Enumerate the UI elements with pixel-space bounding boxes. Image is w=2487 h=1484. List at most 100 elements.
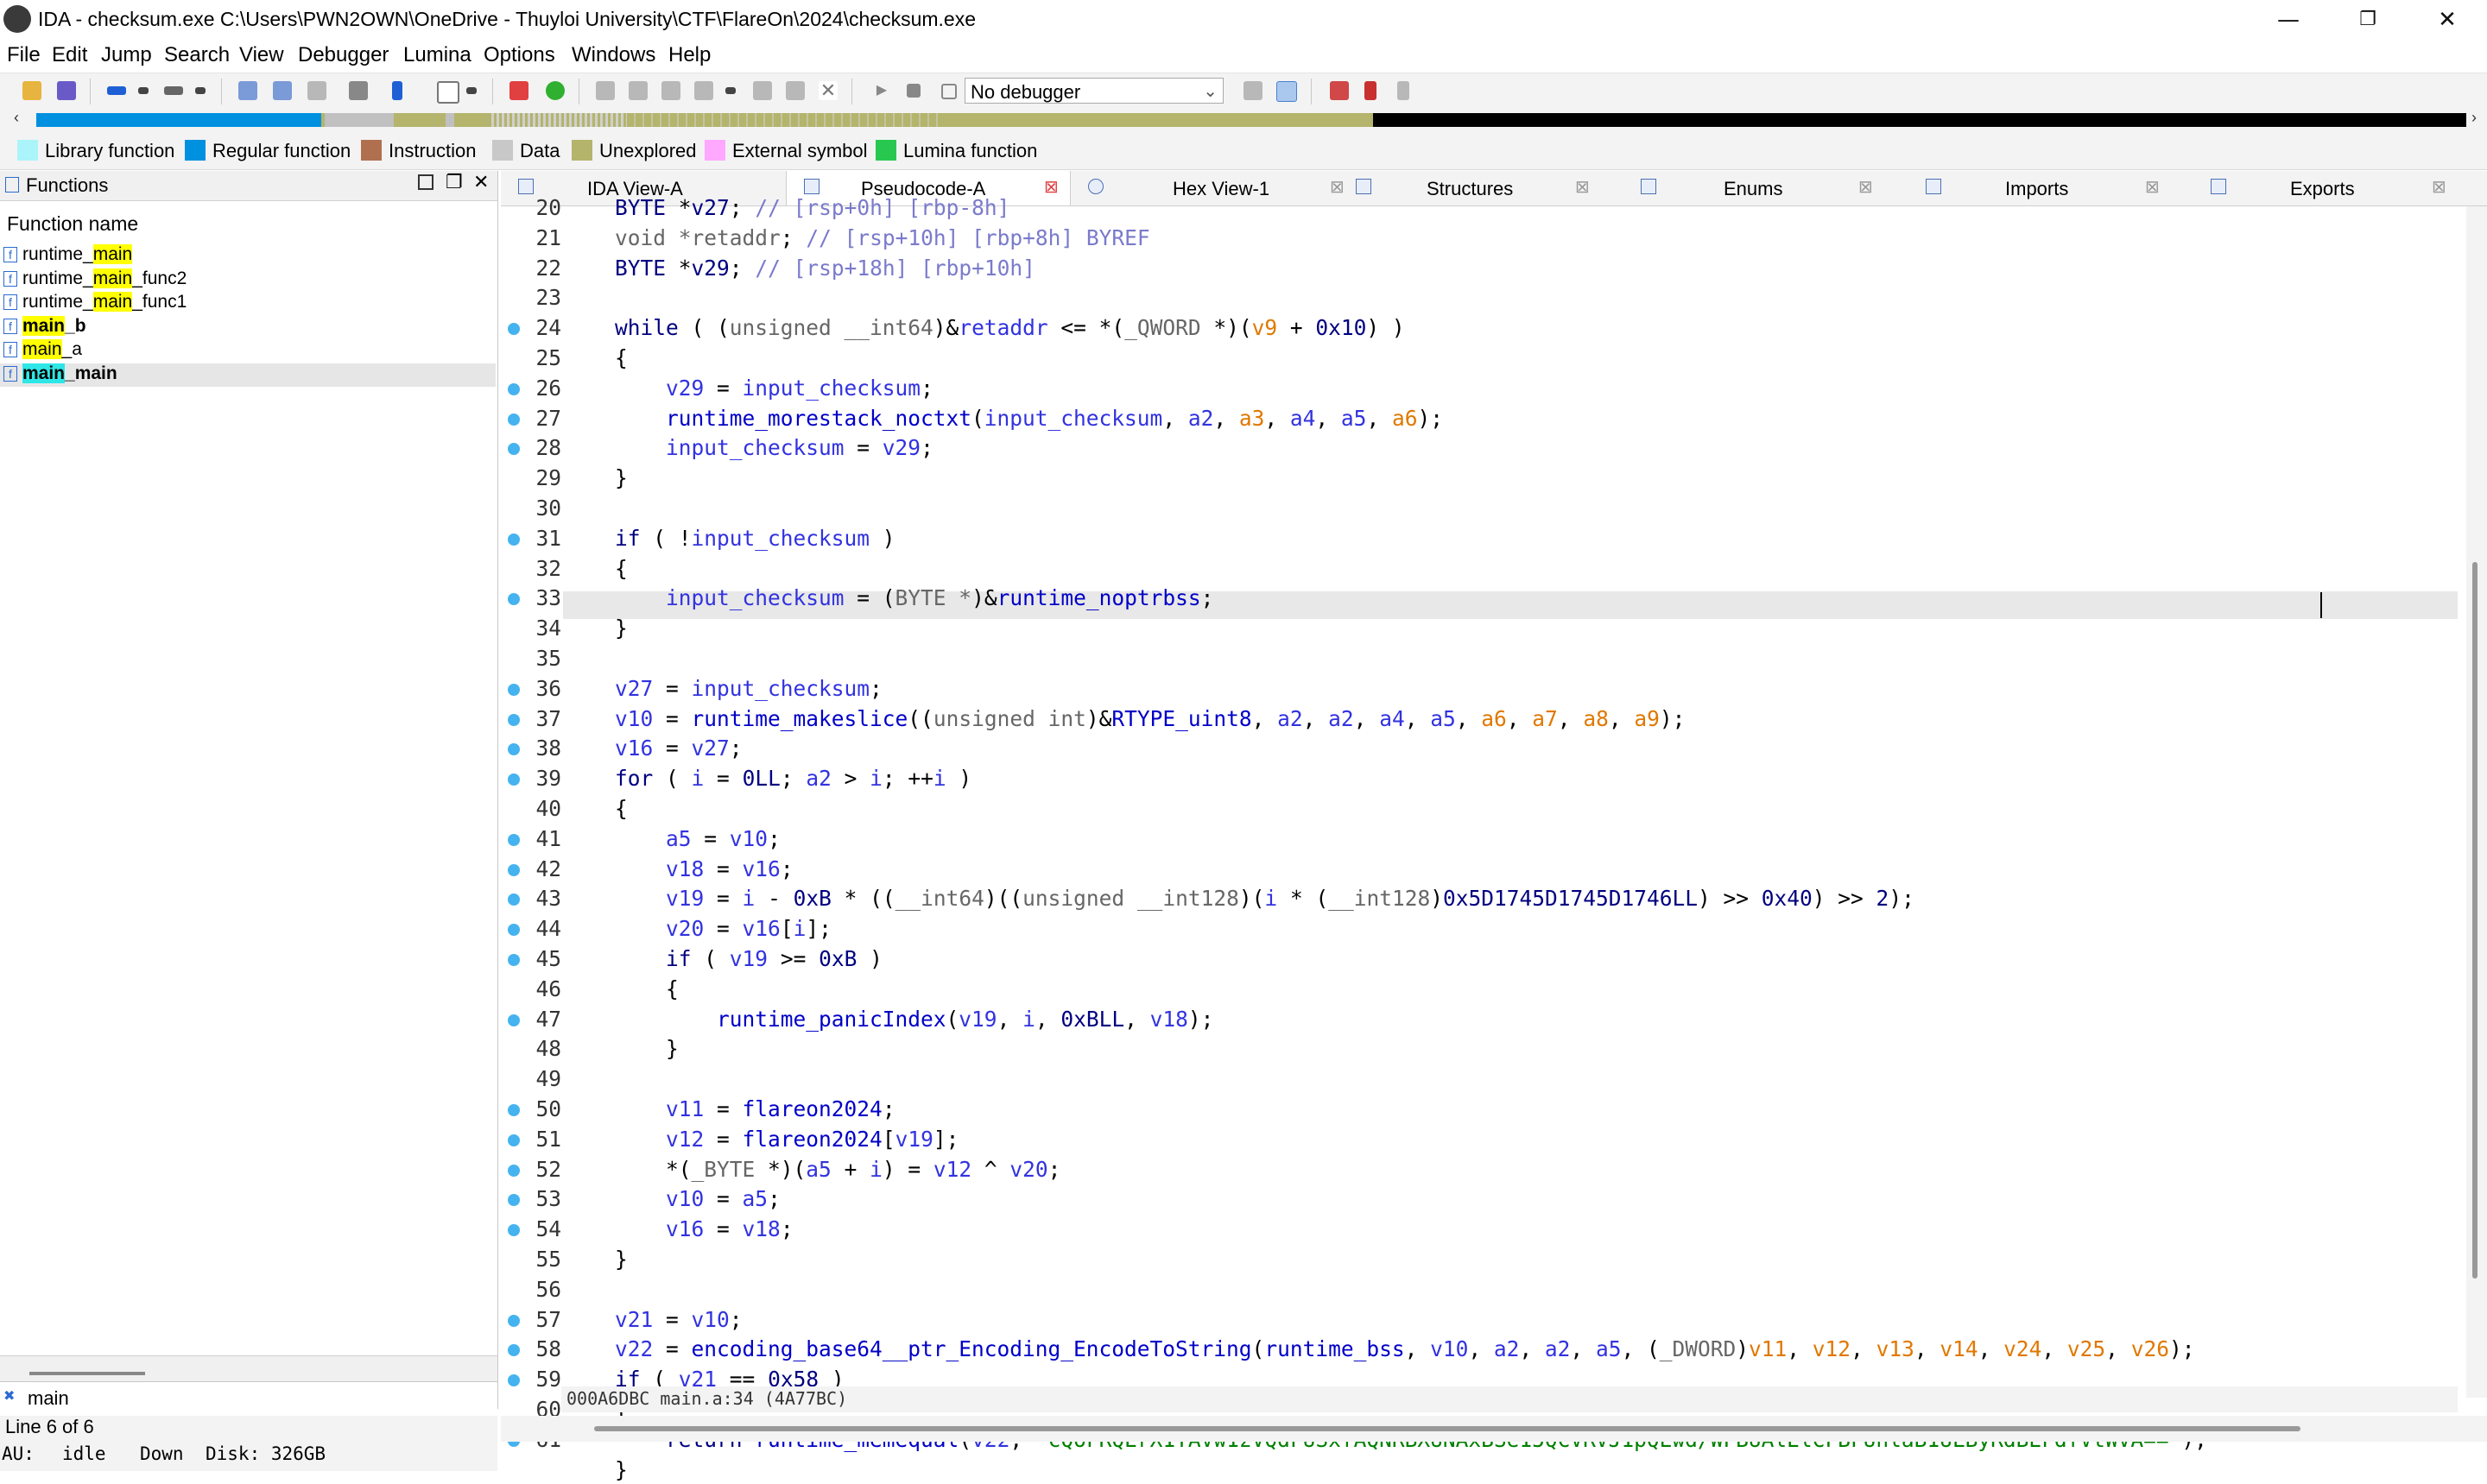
code-vscroll-thumb[interactable] (2472, 562, 2478, 1279)
menu-debugger[interactable]: Debugger (298, 43, 389, 67)
code-line[interactable]: 30 (501, 495, 2458, 522)
code-line[interactable]: 33 input_checksum = (BYTE *)&runtime_nop… (501, 584, 2458, 612)
code-line[interactable]: 42 v18 = v16; (501, 856, 2458, 883)
minimize-button[interactable]: — (2249, 0, 2328, 40)
code-icon[interactable] (349, 81, 368, 100)
cross-ref-icon[interactable] (273, 81, 292, 100)
code-line[interactable]: 34} (501, 615, 2458, 642)
code-line[interactable]: 41 a5 = v10; (501, 825, 2458, 853)
debugger-select[interactable]: No debugger ⌄ (965, 78, 1224, 104)
code-line[interactable]: 23 (501, 284, 2458, 312)
menu-view[interactable]: View (239, 43, 284, 67)
forward-dropdown-icon[interactable] (195, 87, 206, 94)
function-name-column-header[interactable]: Function name (7, 212, 138, 236)
forward-icon[interactable] (164, 86, 183, 95)
code-line[interactable]: } (501, 1456, 2458, 1484)
filter-clear-icon[interactable]: ✖ (3, 1387, 15, 1405)
code-line[interactable]: 20 BYTE *v27; // [rsp+0h] [rbp-8h] (501, 194, 2458, 222)
function-row[interactable]: f main_b (0, 315, 496, 339)
arrow-down-icon[interactable] (392, 81, 402, 100)
code-line[interactable]: 21 void *retaddr; // [rsp+10h] [rbp+8h] B… (501, 224, 2458, 252)
code-line[interactable]: 45 if ( v19 >= 0xB ) (501, 945, 2458, 973)
debug-tool-5-icon[interactable] (753, 81, 772, 100)
navigation-band[interactable]: ‹ › (0, 109, 2487, 131)
function-row[interactable]: f runtime_main (0, 244, 496, 268)
function-row[interactable]: f main_a (0, 339, 496, 363)
code-line[interactable]: 54 v16 = v18; (501, 1216, 2458, 1243)
function-row[interactable]: f runtime_main_func2 (0, 268, 496, 292)
back-icon[interactable] (107, 86, 126, 95)
function-row[interactable]: f main_main (0, 363, 496, 387)
float-panel-icon[interactable]: ❐ (446, 171, 463, 193)
delete-icon[interactable]: ✕ (819, 81, 838, 100)
code-line[interactable]: 43 v19 = i - 0xB * ((__int64)((unsigned … (501, 885, 2458, 913)
menu-edit[interactable]: Edit (52, 43, 87, 67)
add-breakpoint-icon[interactable] (1364, 81, 1376, 100)
code-line[interactable]: 44 v20 = v16[i]; (501, 915, 2458, 943)
nav-left-arrow-icon[interactable]: ‹ (14, 109, 19, 127)
functions-panel-header[interactable]: Functions ❐ ✕ (0, 171, 497, 201)
nav-right-arrow-icon[interactable]: › (2471, 109, 2477, 127)
code-line[interactable]: 32 { (501, 555, 2458, 583)
maximize-panel-icon[interactable] (418, 174, 433, 190)
debug-step-icon[interactable] (1244, 81, 1262, 100)
remove-breakpoint-icon[interactable] (1397, 81, 1409, 100)
code-line[interactable]: 24 while ( (unsigned __int64)&retaddr <= … (501, 314, 2458, 342)
back-dropdown-icon[interactable] (138, 87, 149, 94)
pseudocode-view[interactable]: 20 BYTE *v27; // [rsp+0h] [rbp-8h] 21 void … (501, 195, 2458, 1482)
close-window-button[interactable]: ✕ (2408, 0, 2487, 40)
code-line[interactable]: 46 { (501, 976, 2458, 1003)
code-line[interactable]: 25 { (501, 344, 2458, 372)
code-line[interactable]: 49 (501, 1065, 2458, 1093)
code-line[interactable]: 35 (501, 645, 2458, 673)
text-icon[interactable] (437, 81, 459, 104)
code-line[interactable]: 56 (501, 1276, 2458, 1304)
menu-help[interactable]: Help (668, 43, 711, 67)
stop-process-icon[interactable] (941, 84, 957, 99)
code-line[interactable]: 57 v21 = v10; (501, 1306, 2458, 1334)
menu-options[interactable]: Options (484, 43, 555, 67)
debug-dropdown-icon[interactable] (725, 87, 736, 94)
code-line[interactable]: 36 v27 = input_checksum; (501, 675, 2458, 703)
code-line[interactable]: 51 v12 = flareon2024[v19]; (501, 1126, 2458, 1153)
debug-tool-6-icon[interactable] (786, 81, 805, 100)
code-line[interactable]: 55} (501, 1246, 2458, 1273)
start-process-icon[interactable]: ▶ (872, 81, 891, 100)
code-line[interactable]: 52 *(_BYTE *)(a5 + i) = v12 ^ v20; (501, 1156, 2458, 1184)
open-file-icon[interactable] (22, 81, 41, 100)
debug-refresh-icon[interactable] (1276, 81, 1297, 102)
restore-button[interactable]: ❐ (2328, 0, 2408, 40)
pause-process-icon[interactable] (907, 84, 921, 98)
code-line[interactable]: 53 v10 = a5; (501, 1185, 2458, 1213)
menu-file[interactable]: File (7, 43, 41, 67)
debug-tool-3-icon[interactable] (661, 81, 680, 100)
debug-tool-1-icon[interactable] (596, 81, 615, 100)
code-vscroll[interactable] (2466, 206, 2487, 1398)
code-line[interactable]: 26 v29 = input_checksum; (501, 375, 2458, 402)
function-row[interactable]: f runtime_main_func1 (0, 292, 496, 315)
code-line[interactable]: 29} (501, 464, 2458, 492)
code-line[interactable]: 27 runtime_morestack_noctxt(input_checks… (501, 405, 2458, 433)
save-icon[interactable] (57, 81, 76, 100)
functions-hscroll-thumb[interactable] (29, 1372, 145, 1375)
code-line[interactable]: 37 v10 = runtime_makeslice((unsigned int)… (501, 705, 2458, 733)
code-hscroll-thumb[interactable] (594, 1426, 2300, 1431)
ida-app-icon[interactable] (3, 5, 31, 33)
code-line[interactable]: 58 v22 = encoding_base64__ptr_Encoding_En… (501, 1336, 2458, 1363)
menu-lumina[interactable]: Lumina (403, 43, 471, 67)
code-line[interactable]: 50 v11 = flareon2024; (501, 1096, 2458, 1123)
menu-search[interactable]: Search (164, 43, 230, 67)
function-filter-input[interactable]: main (28, 1387, 69, 1410)
close-panel-icon[interactable]: ✕ (473, 171, 489, 193)
breakpoint-list-icon[interactable] (1330, 81, 1349, 100)
debug-tool-2-icon[interactable] (629, 81, 648, 100)
run-script-icon[interactable] (546, 81, 565, 100)
navigation-strip[interactable] (36, 113, 2466, 127)
search-binary-icon[interactable] (307, 81, 326, 100)
menu-windows[interactable]: Windows (572, 43, 655, 67)
code-line[interactable]: 39 for ( i = 0LL; a2 > i; ++i ) (501, 765, 2458, 793)
jump-icon[interactable] (238, 81, 257, 100)
graph-icon[interactable] (509, 81, 528, 100)
debug-tool-4-icon[interactable] (694, 81, 713, 100)
text-dropdown-icon[interactable] (466, 87, 477, 94)
